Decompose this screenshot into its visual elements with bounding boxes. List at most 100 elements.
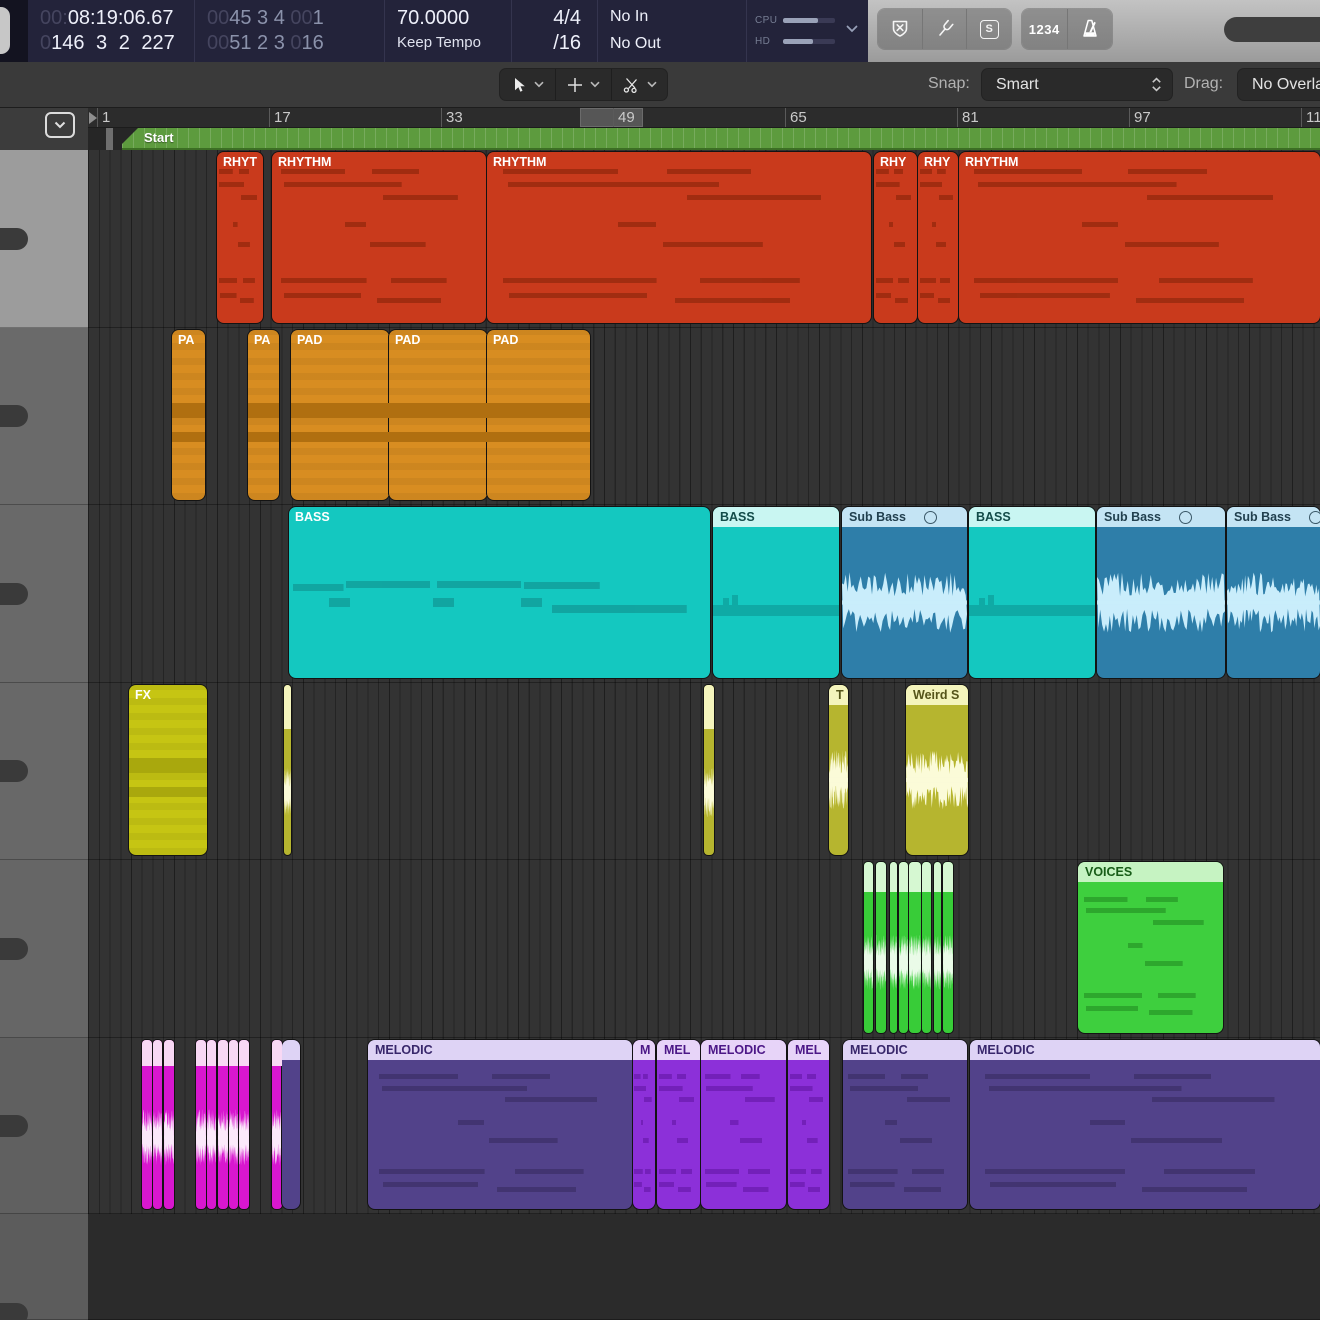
region-clip[interactable] <box>284 685 291 855</box>
region-clip[interactable] <box>909 862 921 1033</box>
control-bar-edge-button[interactable] <box>0 7 10 54</box>
region-clip[interactable] <box>229 1040 238 1209</box>
lcd-signature[interactable]: 4/4 /16 <box>512 0 598 62</box>
region-label: PAD <box>395 333 420 347</box>
region-clip[interactable] <box>943 862 953 1033</box>
third-tool-menu[interactable] <box>612 69 667 100</box>
region-melodic[interactable]: MELODIC <box>843 1040 967 1209</box>
tuner-button[interactable] <box>923 9 968 49</box>
region-header: VOICES <box>1078 862 1223 882</box>
region-m[interactable]: M <box>633 1040 655 1209</box>
arrangement-notch <box>106 128 113 150</box>
region-rhythm[interactable]: RHYTHM <box>959 152 1320 323</box>
lcd-io[interactable]: No In No Out <box>598 0 747 62</box>
chevron-down-icon <box>647 81 657 88</box>
region-bass[interactable]: BASS <box>289 507 710 678</box>
region-header <box>196 1040 206 1066</box>
region-rhy[interactable]: RHY <box>918 152 958 323</box>
region-rhythm[interactable]: RHYTHM <box>487 152 871 323</box>
region-melodic[interactable]: MELODIC <box>368 1040 632 1209</box>
lcd-performance[interactable]: CPU HD <box>747 0 845 62</box>
replace-button[interactable] <box>878 9 923 49</box>
region-header <box>890 862 897 892</box>
region-sub-bass[interactable]: Sub Bass <box>1227 507 1320 678</box>
ruler-bar-number: 17 <box>274 109 291 126</box>
region-header: M <box>633 1040 655 1060</box>
lcd-tempo[interactable]: 70.0000 Keep Tempo <box>385 0 512 62</box>
region-melodic[interactable]: MELODIC <box>970 1040 1320 1209</box>
region-clip[interactable] <box>864 862 873 1033</box>
region-fx[interactable]: FX <box>129 685 207 855</box>
lcd-position[interactable]: 00:08:19:06.67 0146 3 2 227 <box>28 0 195 62</box>
region-melodic[interactable]: MELODIC <box>701 1040 786 1209</box>
track-header-2[interactable] <box>0 328 88 505</box>
region-pad[interactable]: PAD <box>487 330 590 500</box>
lcd-display[interactable]: 00:08:19:06.67 0146 3 2 227 0045 3 4 001… <box>28 0 868 62</box>
region-clip[interactable] <box>272 1040 282 1209</box>
metronome-button[interactable] <box>1068 9 1113 49</box>
region-bass[interactable]: BASS <box>969 507 1095 678</box>
region-clip[interactable] <box>153 1040 162 1209</box>
lcd-options-chevron-icon[interactable] <box>846 24 858 34</box>
arrangement-marker-start[interactable]: Start <box>122 128 1320 150</box>
region-header <box>284 685 291 729</box>
region-clip[interactable] <box>876 862 886 1033</box>
region-pad[interactable]: PAD <box>291 330 389 500</box>
region-clip[interactable] <box>934 862 941 1033</box>
region-clip[interactable] <box>704 685 714 855</box>
region-pad[interactable]: PAD <box>389 330 487 500</box>
region-clip[interactable] <box>922 862 931 1033</box>
bar-ruler[interactable]: 1173349658197113 <box>88 108 1320 128</box>
track-header-6[interactable] <box>0 1038 88 1214</box>
command-click-tool-menu[interactable] <box>556 69 612 100</box>
solo-button[interactable]: S <box>967 9 1011 49</box>
region-header: Sub Bass <box>1097 507 1225 527</box>
region-header <box>229 1040 238 1066</box>
region-clip[interactable] <box>164 1040 174 1209</box>
count-in-button[interactable]: 1234 <box>1022 9 1068 49</box>
track-header-3[interactable] <box>0 505 88 683</box>
region-sub-bass[interactable]: Sub Bass <box>1097 507 1225 678</box>
region-clip[interactable] <box>196 1040 206 1209</box>
region-clip[interactable] <box>142 1040 152 1209</box>
region-pa[interactable]: PA <box>248 330 279 500</box>
region-rhythm[interactable]: RHYTHM <box>272 152 486 323</box>
ruler-tick <box>957 108 958 128</box>
region-pa[interactable]: PA <box>172 330 205 500</box>
region-clip[interactable] <box>207 1040 216 1209</box>
region-rhy[interactable]: RHY <box>874 152 917 323</box>
master-volume-slider[interactable] <box>1224 17 1320 42</box>
region-body <box>890 892 897 1033</box>
snap-select[interactable]: Smart <box>982 69 1172 100</box>
region-mel[interactable]: MEL <box>657 1040 700 1209</box>
region-body <box>713 527 839 678</box>
region-weird-s[interactable]: Weird S <box>906 685 968 855</box>
region-sub-bass[interactable]: Sub Bass <box>842 507 967 678</box>
region-t[interactable]: T <box>829 685 848 855</box>
region-clip[interactable] <box>239 1040 249 1209</box>
region-clip[interactable] <box>282 1040 300 1209</box>
region-header <box>207 1040 216 1066</box>
track-header-5[interactable] <box>0 860 88 1038</box>
ruler-bar-number: 33 <box>446 109 463 126</box>
track-header-options-button[interactable] <box>45 112 75 138</box>
region-body <box>196 1066 206 1209</box>
region-body <box>172 330 205 500</box>
region-header <box>153 1040 162 1066</box>
region-clip[interactable] <box>218 1040 228 1209</box>
region-mel[interactable]: MEL <box>788 1040 829 1209</box>
region-clip[interactable] <box>890 862 897 1033</box>
drag-select[interactable]: No Overla <box>1238 69 1320 100</box>
region-rhyt[interactable]: RHYT <box>217 152 263 323</box>
lcd-locators[interactable]: 0045 3 4 001 0051 2 3 016 <box>195 0 385 62</box>
region-bass[interactable]: BASS <box>713 507 839 678</box>
left-click-tool-menu[interactable] <box>500 69 556 100</box>
tempo-mode[interactable]: Keep Tempo <box>397 32 501 54</box>
track-header-4[interactable] <box>0 683 88 860</box>
region-body <box>959 152 1320 323</box>
track-header-7[interactable] <box>0 1214 88 1320</box>
track-header-1[interactable] <box>0 150 88 328</box>
region-voices[interactable]: VOICES <box>1078 862 1223 1033</box>
logic-arrange-window: 00:08:19:06.67 0146 3 2 227 0045 3 4 001… <box>0 0 1320 1320</box>
region-clip[interactable] <box>899 862 908 1033</box>
